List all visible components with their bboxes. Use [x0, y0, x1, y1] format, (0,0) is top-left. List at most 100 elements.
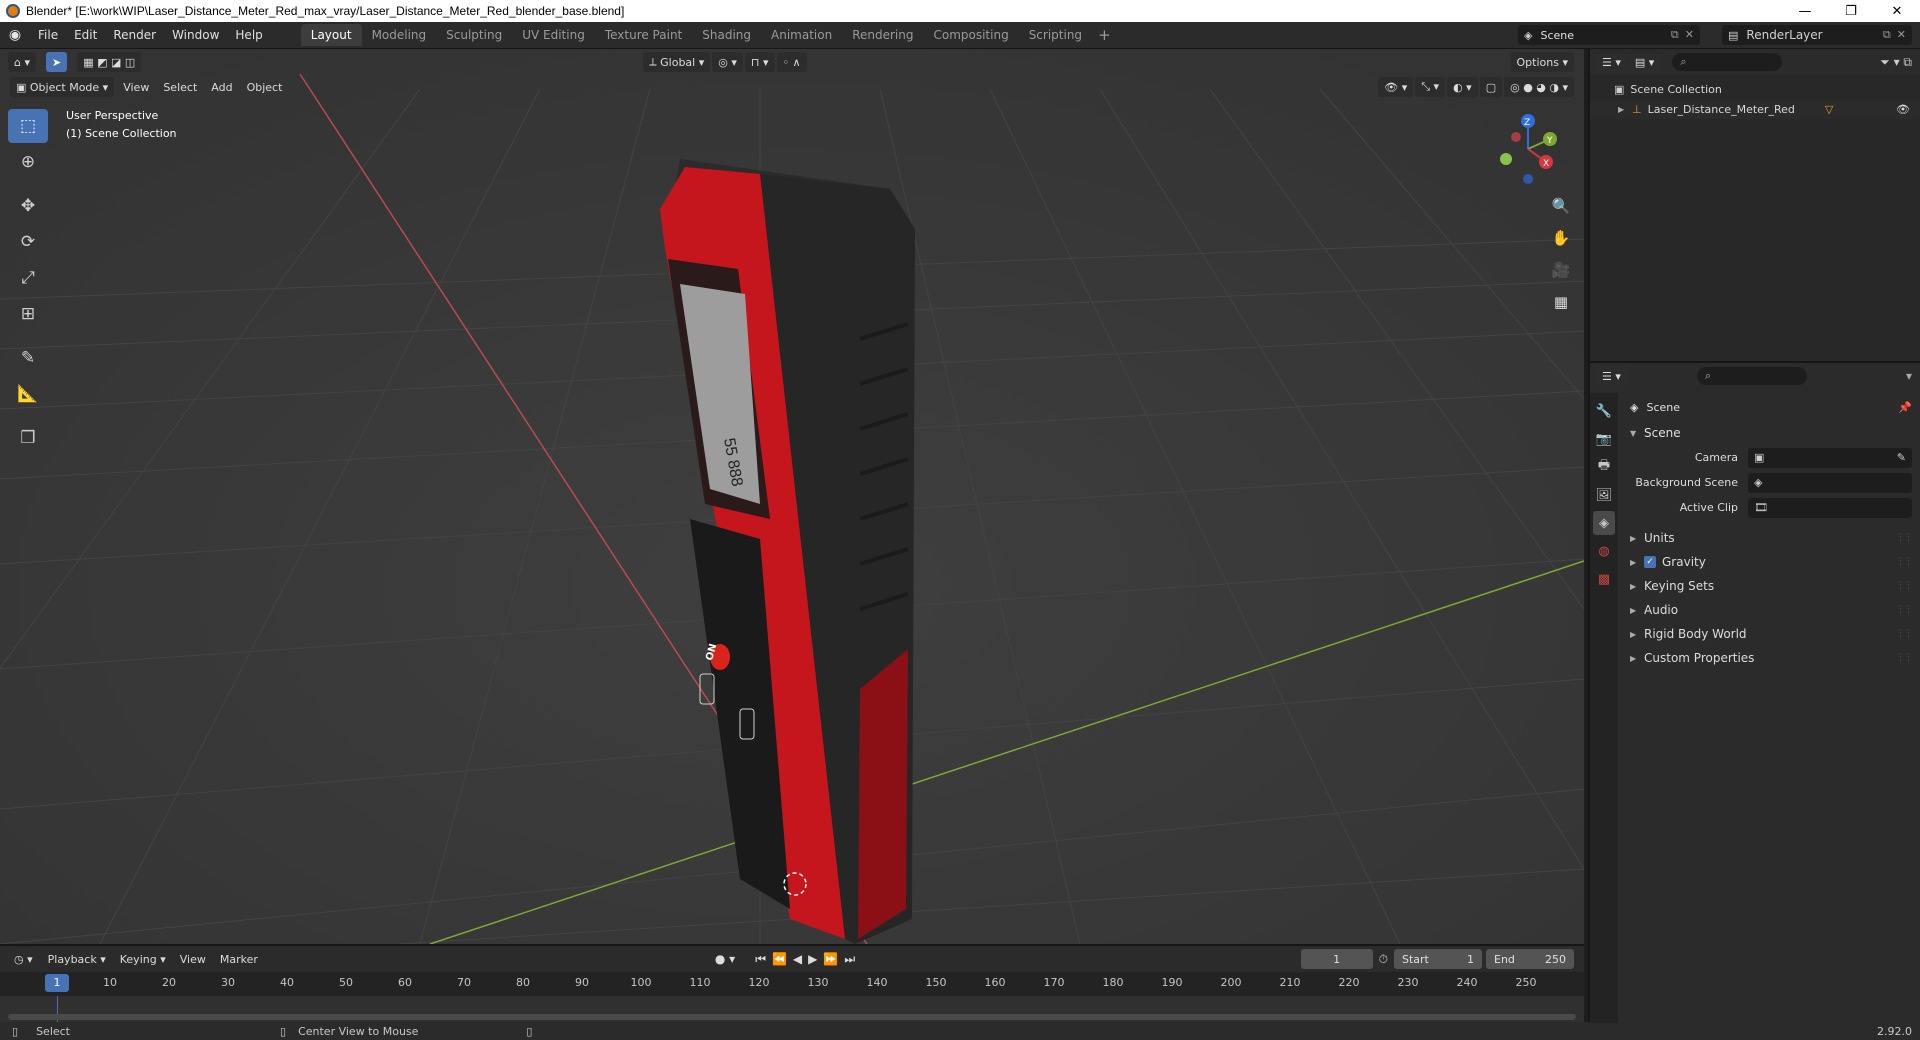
tab-layout[interactable]: Layout	[300, 24, 362, 46]
scene-panel-header[interactable]: ▼ Scene	[1620, 421, 1920, 445]
playhead-frame[interactable]: 1	[45, 974, 69, 992]
tab-scripting[interactable]: Scripting	[1019, 24, 1092, 46]
move-tool-icon[interactable]: ✥	[8, 189, 48, 223]
eyedropper-icon[interactable]: ✎	[1897, 451, 1906, 464]
render-tab-icon[interactable]: 📷	[1593, 427, 1615, 451]
menu-help[interactable]: Help	[227, 22, 270, 49]
gravity-checkbox[interactable]: ✓	[1644, 556, 1656, 568]
timeline-menu-playback[interactable]: Playback ▾	[41, 953, 113, 966]
texture-tab-icon[interactable]: ▩	[1593, 567, 1615, 591]
maximize-button[interactable]: ❐	[1828, 0, 1874, 22]
menu-render[interactable]: Render	[105, 22, 164, 49]
measure-tool-icon[interactable]: 📐	[8, 377, 48, 411]
tab-texture-paint[interactable]: Texture Paint	[595, 24, 692, 46]
rigid-body-world-panel[interactable]: ▶ Rigid Body World ⋮⋮	[1620, 622, 1920, 646]
timeline-menu-marker[interactable]: Marker	[213, 953, 265, 966]
blender-menu-icon[interactable]: ◉	[0, 27, 30, 43]
world-tab-icon[interactable]: ◍	[1593, 539, 1615, 563]
timeline-ruler[interactable]: 1 10 20 30 40 50 60 70 80 90 100 110 120…	[0, 972, 1584, 996]
3d-viewport[interactable]: 55 888 ON ⌂ ▾ ➤ ▦ ◩ ◪ ◫ ⟂ Global ▾ ◎ ▾ ⊓…	[0, 49, 1584, 944]
minimize-button[interactable]: —	[1782, 0, 1828, 22]
timeline-body[interactable]	[0, 996, 1584, 1022]
close-window-button[interactable]: ✕	[1874, 0, 1920, 22]
tool-tab-icon[interactable]: 🔧	[1593, 399, 1615, 423]
transform-orientation-dropdown[interactable]: ⟂ Global ▾	[643, 52, 711, 72]
gravity-panel[interactable]: ▶ ✓ Gravity ⋮⋮	[1620, 550, 1920, 574]
outliner-search-input[interactable]: ⌕	[1672, 53, 1783, 71]
end-frame-field[interactable]: End 250	[1486, 949, 1574, 969]
new-layer-icon[interactable]: ⧉	[1883, 28, 1891, 42]
viewport-menu-add[interactable]: Add	[204, 81, 239, 94]
delete-layer-icon[interactable]: ✕	[1897, 28, 1906, 42]
drag-handle-icon[interactable]: ⋮⋮	[1896, 629, 1913, 639]
custom-properties-panel[interactable]: ▶ Custom Properties ⋮⋮	[1620, 646, 1920, 670]
units-panel[interactable]: ▶ Units ⋮⋮	[1620, 526, 1920, 550]
editor-type-button[interactable]: ⌂ ▾	[8, 52, 37, 72]
camera-view-icon[interactable]: 🎥	[1548, 257, 1574, 283]
xray-toggle-icon[interactable]: ▢	[1479, 77, 1503, 97]
pan-hand-icon[interactable]: ✋	[1548, 225, 1574, 251]
view-layer-tab-icon[interactable]: 🖼	[1593, 483, 1615, 507]
output-tab-icon[interactable]: 🖶	[1593, 455, 1615, 479]
visibility-eye-icon[interactable]: 👁	[1896, 103, 1910, 116]
rotate-tool-icon[interactable]: ⟳	[8, 225, 48, 259]
expand-arrow-icon[interactable]: ▶	[1618, 105, 1632, 114]
audio-panel[interactable]: ▶ Audio ⋮⋮	[1620, 598, 1920, 622]
timeline-menu-keying[interactable]: Keying ▾	[113, 953, 173, 966]
viewport-menu-select[interactable]: Select	[156, 81, 204, 94]
shading-mode-icons[interactable]: ◎ ● ◕ ◑ ▾	[1504, 77, 1574, 97]
drag-handle-icon[interactable]: ⋮⋮	[1896, 533, 1913, 543]
active-clip-field[interactable]: 🎞	[1748, 497, 1912, 518]
drag-handle-icon[interactable]: ⋮⋮	[1896, 605, 1913, 615]
camera-field[interactable]: ▣ ✎	[1748, 447, 1912, 468]
options-dropdown[interactable]: Options ▾	[1510, 52, 1574, 72]
tab-modeling[interactable]: Modeling	[362, 24, 437, 46]
outliner-editor-type-icon[interactable]: ☰ ▾	[1596, 52, 1627, 72]
timeline-menu-view[interactable]: View	[173, 953, 213, 966]
select-tool-icon[interactable]: ➤	[46, 52, 68, 72]
timeline-editor-type-icon[interactable]: ◷ ▾	[8, 949, 39, 969]
stopwatch-icon[interactable]: ⏱	[1379, 952, 1388, 967]
scale-tool-icon[interactable]: ⤢	[8, 261, 48, 295]
properties-search-input[interactable]: ⌕	[1696, 367, 1807, 385]
tab-uv-editing[interactable]: UV Editing	[512, 24, 595, 46]
delete-scene-icon[interactable]: ✕	[1685, 28, 1694, 42]
background-scene-field[interactable]: ◈	[1748, 472, 1912, 493]
tab-shading[interactable]: Shading	[692, 24, 761, 46]
tab-animation[interactable]: Animation	[761, 24, 842, 46]
timeline-scrollbar[interactable]	[8, 1014, 1576, 1020]
annotate-tool-icon[interactable]: ✎	[8, 341, 48, 375]
start-frame-field[interactable]: Start 1	[1394, 949, 1482, 969]
overlay-toggle-icon[interactable]: ◐ ▾	[1447, 77, 1478, 97]
proportional-edit-icon[interactable]: ◦ ∧	[776, 52, 807, 72]
cursor-tool-icon[interactable]: ⊕	[8, 145, 48, 179]
render-layer-selector[interactable]: ▤ RenderLayer ⧉ ✕	[1722, 25, 1912, 45]
outliner-object-row[interactable]: ▶ ⊥ Laser_Distance_Meter_Red ▽ 👁	[1590, 99, 1920, 119]
viewport-menu-object[interactable]: Object	[240, 81, 290, 94]
properties-editor-type-icon[interactable]: ☰ ▾	[1596, 366, 1627, 386]
scene-selector[interactable]: ◈ Scene ⧉ ✕	[1518, 25, 1700, 45]
display-mode-icon[interactable]: ▤ ▾	[1628, 52, 1661, 72]
snap-icon[interactable]: ⊓ ▾	[744, 52, 775, 72]
gizmo-toggle-icon[interactable]: ⤡ ▾	[1415, 77, 1446, 97]
select-box-tool-icon[interactable]: ⬚	[8, 109, 48, 143]
visibility-icon[interactable]: 👁 ▾	[1378, 77, 1414, 97]
drag-handle-icon[interactable]: ⋮⋮	[1896, 581, 1913, 591]
playback-controls-icon[interactable]: ⏮⏪◀▶⏩⏭	[755, 952, 861, 967]
menu-file[interactable]: File	[30, 22, 66, 49]
menu-window[interactable]: Window	[164, 22, 227, 49]
add-cube-tool-icon[interactable]: ❒	[8, 421, 48, 455]
pivot-point-icon[interactable]: ◎ ▾	[712, 52, 743, 72]
record-button[interactable]: ● ▾	[715, 952, 735, 966]
zoom-icon[interactable]: 🔍	[1548, 193, 1574, 219]
tab-rendering[interactable]: Rendering	[842, 24, 923, 46]
tab-sculpting[interactable]: Sculpting	[436, 24, 512, 46]
object-mode-dropdown[interactable]: ▣ Object Mode ▾	[10, 77, 115, 97]
keying-sets-panel[interactable]: ▶ Keying Sets ⋮⋮	[1620, 574, 1920, 598]
transform-tool-icon[interactable]: ⊞	[8, 297, 48, 331]
scene-tab-icon[interactable]: ◈	[1593, 511, 1615, 535]
current-frame-field[interactable]: 1	[1300, 949, 1373, 969]
menu-edit[interactable]: Edit	[66, 22, 105, 49]
pin-icon[interactable]: 📌	[1898, 401, 1912, 414]
navigation-gizmo[interactable]: Z Y X	[1488, 109, 1568, 189]
